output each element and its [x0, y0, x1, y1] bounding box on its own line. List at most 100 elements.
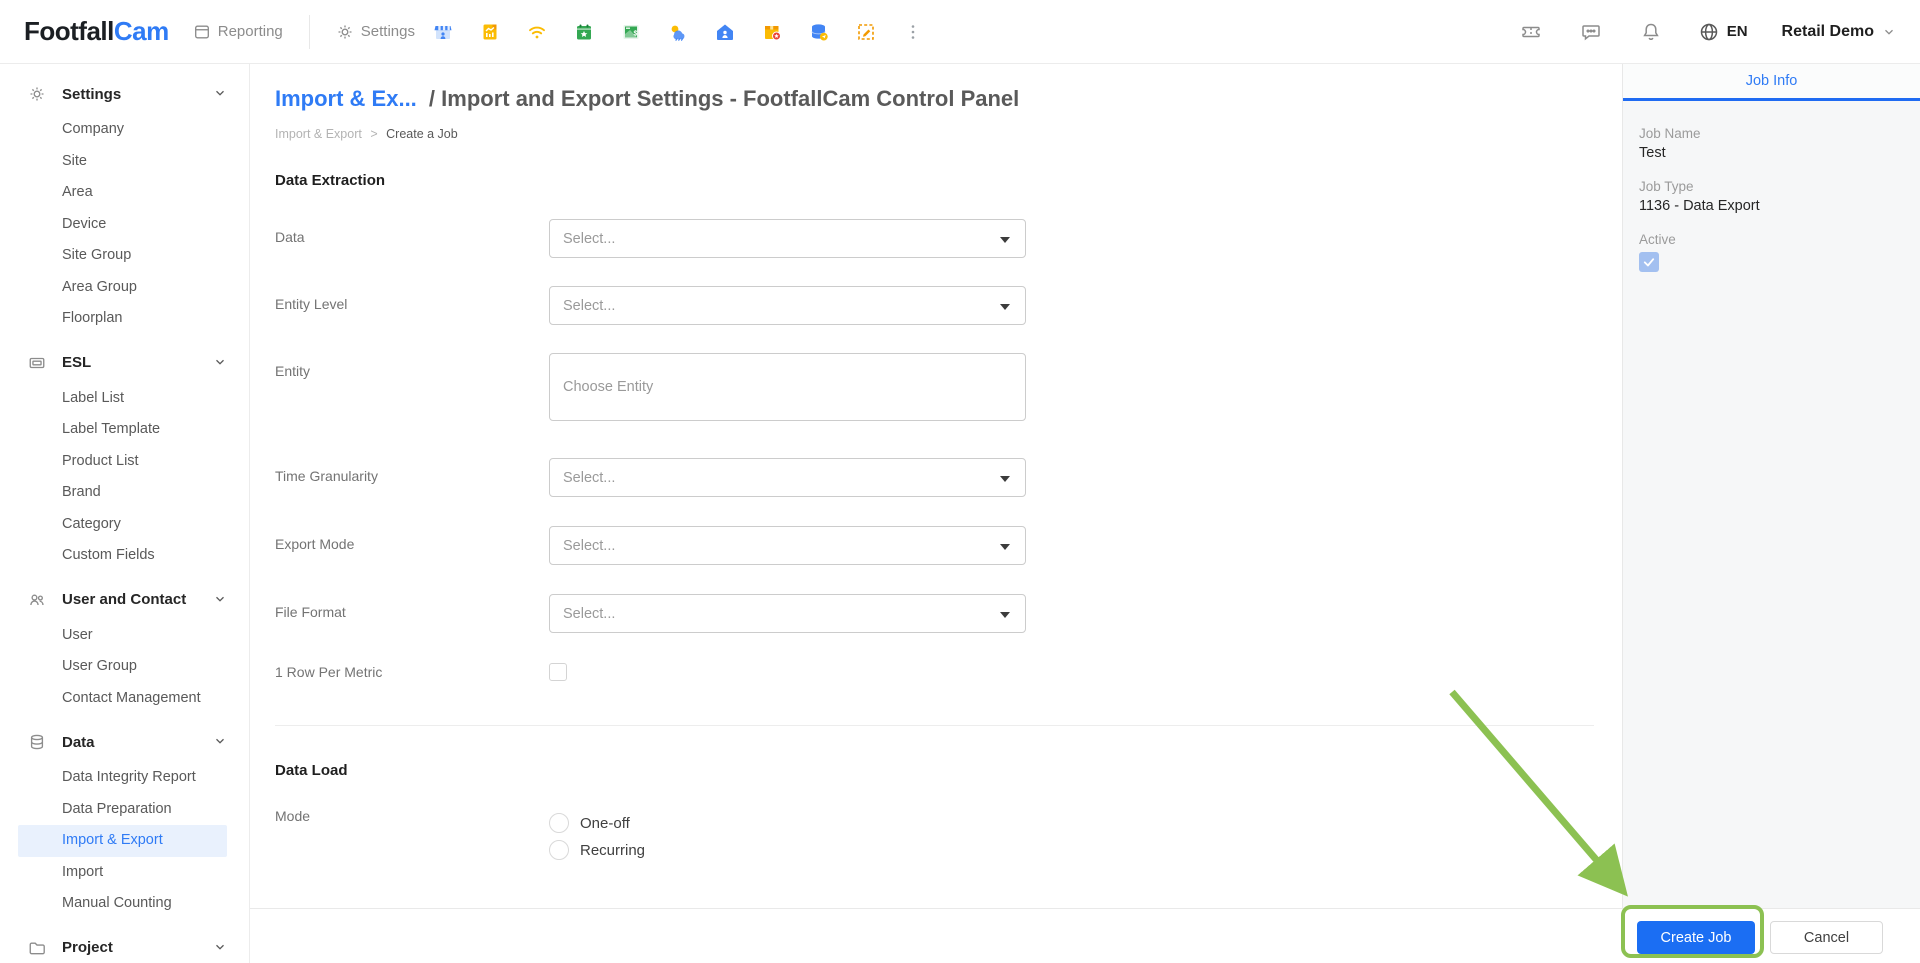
nav-settings[interactable]: Settings — [336, 23, 415, 41]
sidebar-item-user[interactable]: User — [18, 620, 227, 652]
weather-icon[interactable] — [668, 22, 688, 42]
ticket-icon[interactable] — [1520, 21, 1542, 43]
money-icon[interactable]: $ — [621, 22, 641, 42]
form-row-time-granularity: Time GranularitySelect... — [275, 458, 1622, 497]
home-icon[interactable] — [715, 22, 735, 42]
sidebar-header-esl[interactable]: ESL — [0, 345, 249, 381]
sidebar-item-floorplan[interactable]: Floorplan — [18, 303, 227, 335]
cancel-button[interactable]: Cancel — [1770, 921, 1883, 954]
radio-recurring[interactable]: Recurring — [549, 840, 645, 860]
store-icon[interactable] — [433, 22, 453, 42]
job-name-label: Job Name — [1639, 125, 1904, 143]
export-mode-select[interactable]: Select... — [549, 526, 1026, 565]
sidebar-item-device[interactable]: Device — [18, 209, 227, 241]
sidebar-item-contact-management[interactable]: Contact Management — [18, 683, 227, 715]
sidebar-item-data-preparation[interactable]: Data Preparation — [18, 794, 227, 826]
logo-part-2: Cam — [114, 16, 169, 46]
database-send-icon[interactable] — [809, 22, 829, 42]
wifi-icon[interactable] — [527, 22, 547, 42]
chevron-down-icon — [213, 86, 229, 102]
sidebar-item-area[interactable]: Area — [18, 177, 227, 209]
sidebar-item-site[interactable]: Site — [18, 146, 227, 178]
entity-input[interactable]: Choose Entity — [549, 353, 1026, 421]
sidebar-header-project[interactable]: Project — [0, 930, 249, 963]
caret-down-icon — [1000, 304, 1010, 310]
account-menu[interactable]: Retail Demo — [1782, 23, 1896, 41]
radio-circle-icon — [549, 840, 569, 860]
header-right: EN Retail Demo — [1482, 21, 1896, 43]
page-title-link[interactable]: Import & Ex... — [275, 86, 417, 111]
create-job-button[interactable]: Create Job — [1637, 921, 1755, 954]
chevron-down-icon — [1882, 25, 1896, 39]
calendar-icon[interactable] — [574, 22, 594, 42]
form-row-data: Data Select... — [275, 219, 1622, 258]
sidebar-item-company[interactable]: Company — [18, 114, 227, 146]
mode-radio-group: One-off Recurring — [549, 807, 645, 860]
breadcrumb: Import & Export > Create a Job — [275, 126, 1622, 142]
nav-settings-label: Settings — [361, 23, 415, 40]
sidebar-item-import-export[interactable]: Import & Export — [18, 825, 227, 857]
main-content: Import & Ex... / Import and Export Setti… — [251, 64, 1622, 908]
sidebar-items: CompanySiteAreaDeviceSite GroupArea Grou… — [0, 112, 249, 335]
job-info-tab[interactable]: Job Info — [1623, 64, 1920, 101]
job-info-body: Job Name Test Job Type 1136 - Data Expor… — [1623, 101, 1920, 272]
radio-label: Recurring — [580, 842, 645, 859]
job-info-tab-label: Job Info — [1746, 73, 1798, 89]
sidebar-item-user-group[interactable]: User Group — [18, 651, 227, 683]
sidebar-item-area-group[interactable]: Area Group — [18, 272, 227, 304]
sidebar-header-label: Settings — [62, 86, 213, 103]
file-format-select[interactable]: Select... — [549, 594, 1026, 633]
globe-icon — [1698, 21, 1720, 43]
entity-placeholder: Choose Entity — [563, 379, 653, 395]
sidebar-header-settings[interactable]: Settings — [0, 76, 249, 112]
measure-edit-icon[interactable] — [856, 22, 876, 42]
users-icon — [28, 591, 46, 609]
nav-reporting[interactable]: Reporting — [193, 23, 283, 41]
entity-level-label: Entity Level — [275, 286, 549, 312]
sidebar-item-custom-fields[interactable]: Custom Fields — [18, 540, 227, 572]
caret-down-icon — [1000, 237, 1010, 243]
caret-down-icon — [1000, 544, 1010, 550]
select-placeholder: Select... — [563, 231, 615, 247]
entity-level-select[interactable]: Select... — [549, 286, 1026, 325]
sidebar-item-category[interactable]: Category — [18, 509, 227, 541]
more-vertical-icon[interactable] — [903, 22, 923, 42]
1-row-per-metric-checkbox[interactable] — [549, 663, 567, 681]
data-select[interactable]: Select... — [549, 219, 1026, 258]
sidebar-header-user-and-contact[interactable]: User and Contact — [0, 582, 249, 618]
esl-icon — [28, 354, 46, 372]
radio-circle-icon — [549, 813, 569, 833]
job-type-field: Job Type 1136 - Data Export — [1639, 178, 1904, 216]
sidebar-item-product-list[interactable]: Product List — [18, 446, 227, 478]
package-icon[interactable] — [762, 22, 782, 42]
form-row-file-format: File FormatSelect... — [275, 594, 1622, 633]
sidebar-header-data[interactable]: Data — [0, 724, 249, 760]
account-name: Retail Demo — [1782, 23, 1874, 41]
sidebar-item-import[interactable]: Import — [18, 857, 227, 889]
language-switcher[interactable]: EN — [1698, 21, 1748, 43]
logo-part-1: Footfall — [24, 16, 114, 46]
app-icon-row: $ — [433, 22, 923, 42]
sidebar-item-manual-counting[interactable]: Manual Counting — [18, 888, 227, 920]
sidebar-item-brand[interactable]: Brand — [18, 477, 227, 509]
bell-icon[interactable] — [1640, 21, 1662, 43]
report-chart-icon[interactable] — [480, 22, 500, 42]
chat-icon[interactable] — [1580, 21, 1602, 43]
time-granularity-select[interactable]: Select... — [549, 458, 1026, 497]
1-row-per-metric-label: 1 Row Per Metric — [275, 663, 549, 680]
sidebar-item-site-group[interactable]: Site Group — [18, 240, 227, 272]
radio-one-off[interactable]: One-off — [549, 813, 645, 833]
sidebar-item-data-integrity-report[interactable]: Data Integrity Report — [18, 762, 227, 794]
sidebar-item-label-template[interactable]: Label Template — [18, 414, 227, 446]
sidebar-header-label: Project — [62, 939, 213, 956]
app-header: FootfallCam Reporting Settings $ EN Reta… — [0, 0, 1920, 64]
job-name-field: Job Name Test — [1639, 125, 1904, 163]
sidebar-header-label: Data — [62, 734, 213, 751]
data-label: Data — [275, 219, 549, 245]
active-checkbox[interactable] — [1639, 252, 1659, 272]
footfallcam-logo[interactable]: FootfallCam — [24, 16, 169, 47]
form-row-entity: EntityChoose Entity — [275, 353, 1622, 421]
check-icon — [1642, 255, 1656, 269]
breadcrumb-root[interactable]: Import & Export — [275, 127, 362, 141]
sidebar-item-label-list[interactable]: Label List — [18, 383, 227, 415]
